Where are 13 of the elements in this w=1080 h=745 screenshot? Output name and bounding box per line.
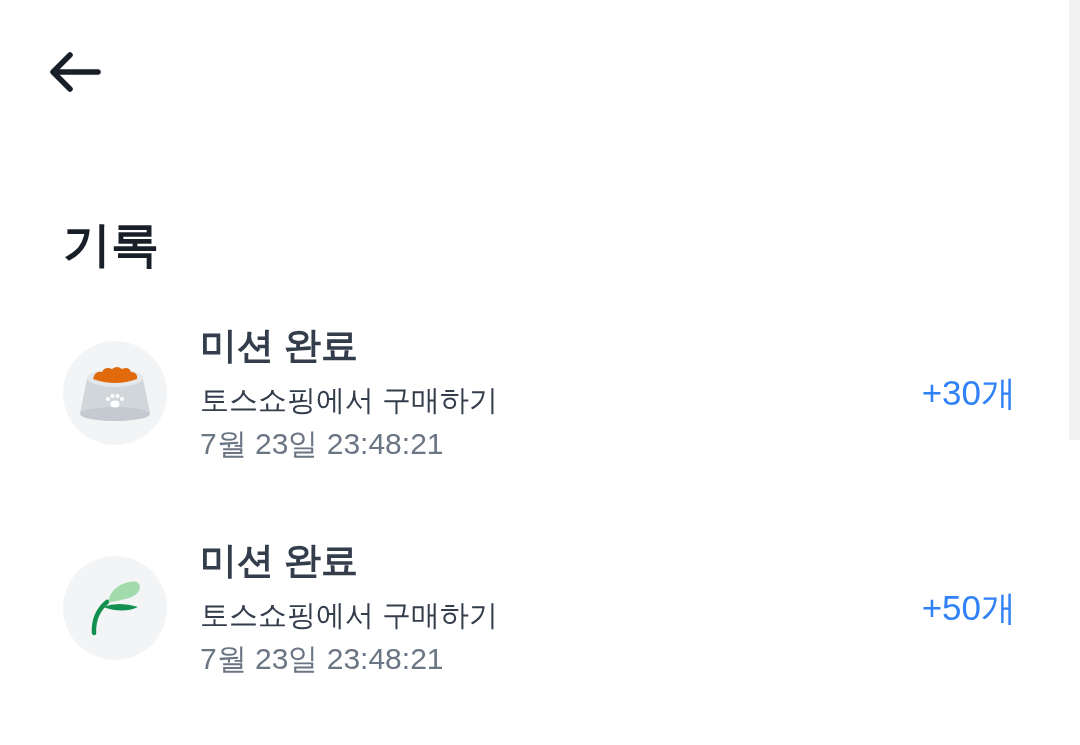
record-description: 토스쇼핑에서 구매하기 <box>200 598 500 633</box>
leaf-icon <box>63 556 167 660</box>
record-title: 미션 완료 <box>200 539 360 583</box>
reward-amount: +30개 <box>921 372 1016 414</box>
back-button[interactable] <box>48 50 102 94</box>
record-time: 7월 23일 23:48:21 <box>200 641 445 677</box>
pet-bowl-icon <box>63 341 167 445</box>
record-title: 미션 완료 <box>200 324 360 368</box>
left-arrow-icon <box>49 51 101 93</box>
record-description: 토스쇼핑에서 구매하기 <box>200 383 500 418</box>
record-time: 7월 23일 23:48:21 <box>200 426 445 462</box>
page-title: 기록 <box>63 217 160 273</box>
reward-amount: +50개 <box>921 587 1016 629</box>
